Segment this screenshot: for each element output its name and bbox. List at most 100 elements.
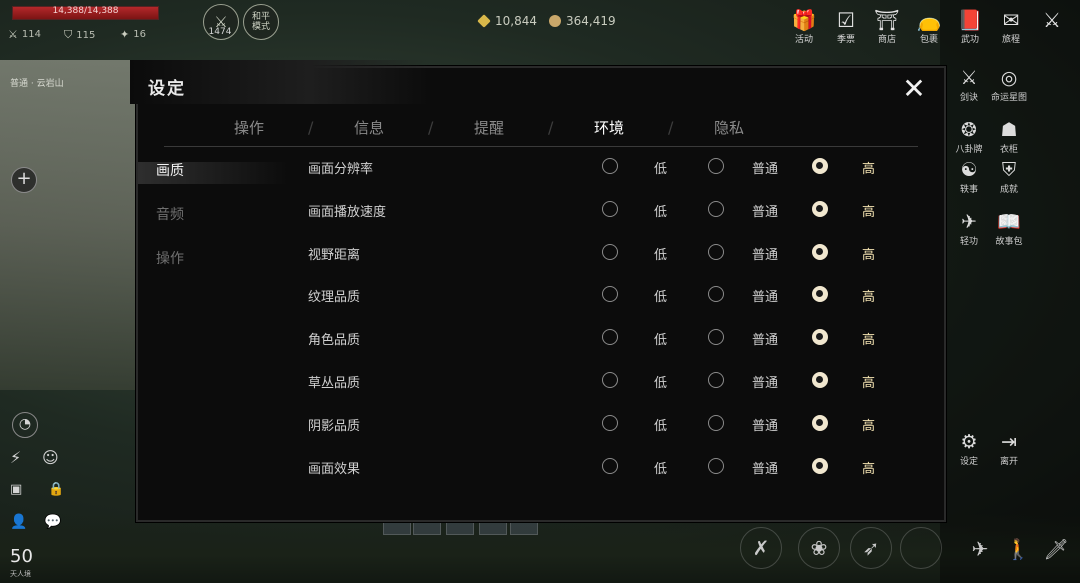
stat-item: ⛉ 115 xyxy=(64,28,95,42)
top-menu-journey[interactable]: ✉ 旅程 xyxy=(991,8,1031,45)
fly-skill-icon[interactable]: ✈ xyxy=(960,529,1000,569)
radio-button[interactable] xyxy=(708,329,724,346)
side-menu-label: 离开 xyxy=(999,457,1018,467)
radio-button[interactable] xyxy=(812,286,828,303)
currency-item: 364,419 xyxy=(549,14,616,28)
option-label: 低 xyxy=(654,162,668,177)
radio-button[interactable] xyxy=(602,158,618,174)
setting-row: 纹理品质 低 普通 高 xyxy=(308,280,908,310)
settings-tabs: 操作 / 信息 / 提醒 / 环境 / 隐私 xyxy=(164,112,918,147)
side-menu-appearance[interactable]: ☗ 衣柜 xyxy=(986,118,1032,155)
mode-toggle-button[interactable]: 和平 模式 xyxy=(243,4,279,40)
side-nav-item[interactable]: 音频 xyxy=(156,204,184,224)
herb-skill-icon[interactable]: ❀ xyxy=(798,527,840,569)
top-menu-shop[interactable]: ⛩ 商店 xyxy=(867,8,907,45)
radio-button[interactable] xyxy=(602,243,618,260)
stat-value: 16 xyxy=(133,29,146,40)
radio-button[interactable] xyxy=(602,200,618,217)
setting-label: 角色品质 xyxy=(308,333,361,349)
top-menu-label: 旅程 xyxy=(1001,35,1020,45)
camera-icon[interactable]: ▣ xyxy=(10,482,22,497)
setting-row: 草丛品质 低 普通 高 xyxy=(308,366,908,396)
radio-button[interactable] xyxy=(708,414,724,431)
setting-label: 视野距离 xyxy=(308,247,361,263)
fate-chart-icon: ◎ xyxy=(1000,67,1018,89)
setting-label: 纹理品质 xyxy=(308,290,361,306)
option-label: 高 xyxy=(862,204,876,220)
side-menu-label: 成就 xyxy=(999,185,1018,195)
option-label: 普通 xyxy=(752,418,779,434)
option-label: 普通 xyxy=(752,247,779,263)
option-label: 低 xyxy=(654,418,668,434)
dash-skill-icon[interactable]: ➶ xyxy=(850,527,892,569)
top-menu-label: 季票 xyxy=(836,35,855,45)
tab-5[interactable]: 隐私 xyxy=(714,117,744,138)
journey-icon: ✉ xyxy=(1002,8,1020,32)
shield-icon: ⛉ xyxy=(64,28,73,41)
tab-1[interactable]: 操作 xyxy=(234,117,264,138)
radio-button[interactable] xyxy=(708,372,724,388)
radio-button[interactable] xyxy=(708,286,724,303)
sparkle-icon: ✦ xyxy=(120,28,130,41)
walk-skill-icon[interactable]: 🚶 xyxy=(998,529,1038,569)
radio-button[interactable] xyxy=(708,200,724,217)
option-label: 低 xyxy=(654,247,668,263)
radio-button[interactable] xyxy=(812,243,828,260)
radio-button[interactable] xyxy=(602,286,618,303)
stat-value: 115 xyxy=(76,29,96,41)
map-zoom-in-button[interactable]: + xyxy=(11,167,37,193)
empty-skill-icon[interactable] xyxy=(900,527,942,569)
tab-4[interactable]: 环境 xyxy=(594,117,624,138)
radio-button[interactable] xyxy=(812,200,828,217)
option-label: 高 xyxy=(862,290,876,306)
coin-icon xyxy=(549,15,561,27)
setting-row: 阴影品质 低 普通 高 xyxy=(308,409,908,439)
top-menu-label: 武功 xyxy=(960,35,979,45)
radio-button[interactable] xyxy=(602,372,618,388)
radio-button[interactable] xyxy=(602,329,618,346)
stat-item: ⚔ 114 xyxy=(8,28,41,41)
top-menu-martial-arts[interactable]: 📕 武功 xyxy=(950,8,990,45)
radio-button[interactable] xyxy=(812,414,828,431)
tab-2[interactable]: 信息 xyxy=(354,117,384,138)
close-icon[interactable]: ✕ xyxy=(900,75,928,104)
option-label: 低 xyxy=(654,290,668,306)
top-menu-combat[interactable]: ⚔ xyxy=(1032,8,1072,32)
side-nav-item[interactable]: 画质 xyxy=(156,160,184,180)
side-menu-label: 衣柜 xyxy=(999,145,1018,155)
friends-icon[interactable]: 👤 xyxy=(10,514,27,530)
setting-label: 画面效果 xyxy=(308,461,361,477)
setting-label: 阴影品质 xyxy=(308,418,361,434)
top-menu-season-ticket[interactable]: ☑ 季票 xyxy=(826,8,866,45)
crossbow-skill-icon[interactable]: ✗ xyxy=(740,527,782,569)
radio-button[interactable] xyxy=(812,457,828,474)
side-menu-label: 故事包 xyxy=(995,237,1023,247)
option-label: 低 xyxy=(654,333,668,349)
radio-button[interactable] xyxy=(708,243,724,260)
side-menu-achievement[interactable]: ⛨ 成就 xyxy=(986,158,1032,195)
auto-icon[interactable]: ⚡ xyxy=(10,448,21,467)
tab-3[interactable]: 提醒 xyxy=(474,117,504,138)
setting-row: 画面分辨率 低 普通 高 xyxy=(308,152,908,182)
radio-button[interactable] xyxy=(708,158,724,174)
lock-icon[interactable]: 🔒 xyxy=(48,482,64,497)
signal-icon[interactable]: ◔ xyxy=(12,412,38,438)
radio-button[interactable] xyxy=(812,372,828,388)
radio-button[interactable] xyxy=(812,329,828,346)
radio-button[interactable] xyxy=(602,414,618,431)
radio-button[interactable] xyxy=(602,457,618,474)
side-nav-item[interactable]: 操作 xyxy=(156,248,184,268)
top-menu-event[interactable]: 🎁 活动 xyxy=(784,8,824,45)
top-menu-bag[interactable]: 👝 包裹 xyxy=(909,8,949,45)
setting-row: 角色品质 低 普通 高 xyxy=(308,323,908,353)
chat-icon[interactable]: 💬 xyxy=(44,514,61,530)
side-menu-fate-chart[interactable]: ◎ 命运星图 xyxy=(986,66,1032,103)
martial-arts-icon: 📕 xyxy=(957,8,983,32)
side-menu-story-pack[interactable]: 📖 故事包 xyxy=(986,210,1032,247)
radio-button[interactable] xyxy=(708,457,724,474)
option-label: 普通 xyxy=(752,376,779,391)
sword-skill-icon[interactable]: 🗡 xyxy=(1036,529,1076,569)
team-icon[interactable]: ☺ xyxy=(42,448,59,467)
radio-button[interactable] xyxy=(812,158,828,174)
side-menu-leave[interactable]: ⇥ 离开 xyxy=(986,430,1032,467)
